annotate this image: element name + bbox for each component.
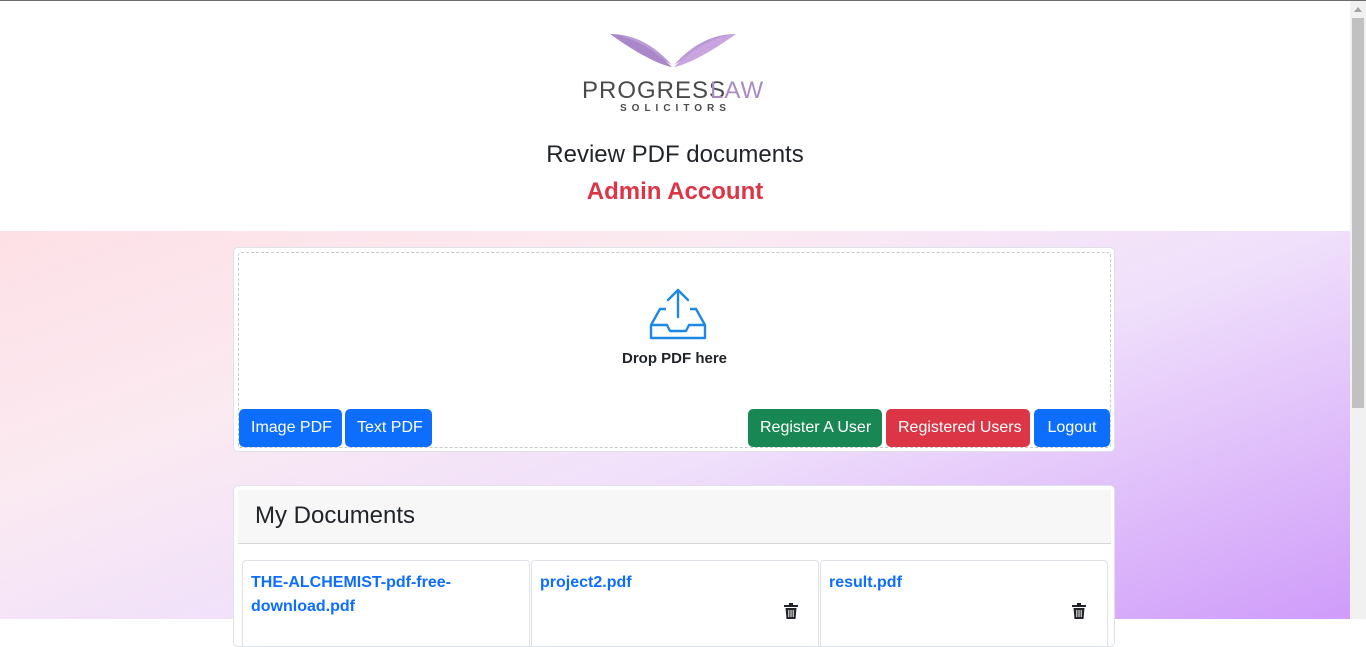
logo-text-law: LAW bbox=[710, 77, 764, 104]
register-user-button[interactable]: Register A User bbox=[748, 409, 882, 447]
document-name-line1: THE-ALCHEMIST-pdf-free- bbox=[251, 574, 451, 591]
upload-card: Drop PDF here Image PDF Text PDF Registe… bbox=[233, 247, 1115, 452]
progress-law-logo: PROGRESS LAW SOLICITORS bbox=[582, 34, 764, 114]
trash-icon[interactable] bbox=[1072, 603, 1086, 619]
vertical-scrollbar[interactable] bbox=[1350, 1, 1366, 619]
scrollbar-thumb[interactable] bbox=[1352, 18, 1364, 408]
page-title: Review PDF documents bbox=[546, 141, 804, 168]
trash-icon[interactable] bbox=[784, 603, 798, 619]
document-link[interactable]: THE-ALCHEMIST-pdf-free- download.pdf bbox=[251, 571, 451, 619]
my-documents-card: My Documents THE-ALCHEMIST-pdf-free- dow… bbox=[233, 485, 1115, 647]
registered-users-button[interactable]: Registered Users bbox=[886, 409, 1030, 447]
upload-tray-icon bbox=[649, 288, 707, 340]
document-name-line2: download.pdf bbox=[251, 598, 355, 615]
logo-tagline: SOLICITORS bbox=[620, 103, 731, 114]
my-documents-header: My Documents bbox=[238, 490, 1111, 544]
text-pdf-button[interactable]: Text PDF bbox=[345, 409, 432, 447]
my-documents-title: My Documents bbox=[255, 502, 416, 529]
account-label: Admin Account bbox=[586, 178, 764, 205]
document-item: THE-ALCHEMIST-pdf-free- download.pdf bbox=[242, 560, 530, 646]
document-link[interactable]: project2.pdf bbox=[540, 571, 632, 595]
scroll-up-arrow-icon[interactable] bbox=[1350, 1, 1366, 17]
page-header: PROGRESS LAW SOLICITORS Review PDF docum… bbox=[0, 1, 1350, 231]
drop-pdf-label: Drop PDF here bbox=[621, 350, 727, 367]
document-item: result.pdf bbox=[820, 560, 1108, 646]
logo-text-progress: PROGRESS bbox=[582, 77, 726, 104]
document-item: project2.pdf bbox=[531, 560, 819, 646]
logout-button[interactable]: Logout bbox=[1034, 409, 1110, 447]
document-link[interactable]: result.pdf bbox=[829, 571, 902, 595]
image-pdf-button[interactable]: Image PDF bbox=[239, 409, 342, 447]
